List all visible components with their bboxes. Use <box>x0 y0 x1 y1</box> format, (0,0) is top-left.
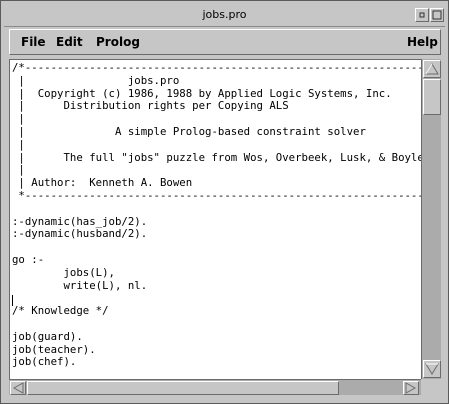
scroll-left-button[interactable] <box>10 381 26 395</box>
code-text[interactable]: /*--------------------------------------… <box>12 61 422 369</box>
menu-file[interactable]: File <box>21 35 46 49</box>
scrollbar-corner <box>421 379 441 395</box>
menu-help[interactable]: Help <box>407 35 438 49</box>
menu-edit[interactable]: Edit <box>56 35 83 49</box>
horizontal-scroll-thumb[interactable] <box>27 381 339 395</box>
maximize-button[interactable] <box>430 8 444 22</box>
scroll-up-button[interactable] <box>423 60 441 78</box>
minimize-button[interactable] <box>415 8 429 22</box>
text-caret <box>12 295 13 306</box>
menu-prolog[interactable]: Prolog <box>96 35 140 49</box>
vertical-scrollbar[interactable] <box>421 59 441 379</box>
maximize-icon <box>432 10 442 20</box>
title-bar[interactable]: jobs.pro <box>4 4 445 27</box>
menu-bar: File Edit Prolog Help <box>9 29 441 55</box>
scroll-down-button[interactable] <box>423 360 441 378</box>
minimize-icon <box>419 12 425 18</box>
arrow-down-icon <box>425 363 439 375</box>
arrow-right-icon <box>405 382 417 394</box>
horizontal-scrollbar[interactable] <box>9 379 421 395</box>
arrow-left-icon <box>12 382 24 394</box>
arrow-up-icon <box>425 63 439 75</box>
editor-window: jobs.pro File Edit Prolog Help /*-------… <box>0 0 449 404</box>
window-title: jobs.pro <box>202 8 247 21</box>
vertical-scroll-thumb[interactable] <box>423 79 441 115</box>
scroll-right-button[interactable] <box>403 381 419 395</box>
code-editor[interactable]: /*--------------------------------------… <box>9 59 422 380</box>
